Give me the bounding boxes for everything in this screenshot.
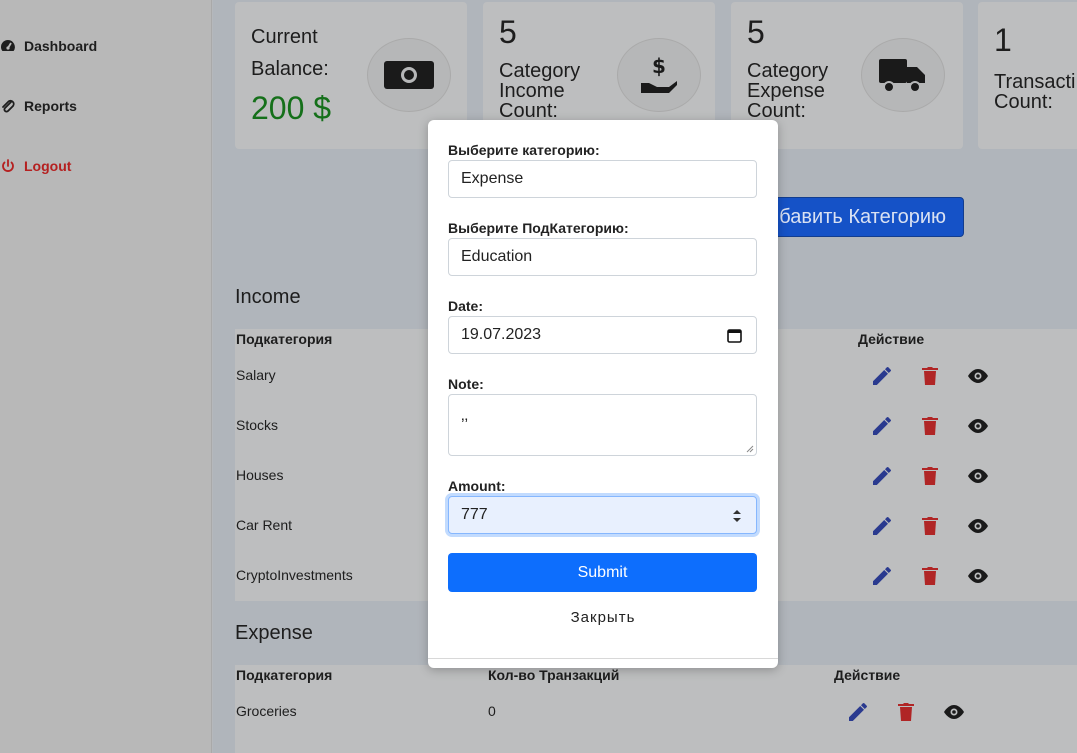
balance-label-1: Current: [251, 26, 318, 48]
modal-footer-divider: [428, 658, 778, 659]
trash-icon[interactable]: [918, 414, 942, 438]
number-spinner-icon[interactable]: [732, 507, 742, 525]
edit-icon[interactable]: [846, 700, 870, 724]
edit-icon[interactable]: [870, 514, 894, 538]
transaction-count-card: 1 Transacti Count:: [978, 2, 1077, 149]
date-value: 19.07.2023: [461, 326, 542, 343]
subcategory-select[interactable]: Education: [448, 238, 757, 276]
submit-label: Submit: [577, 563, 628, 581]
eye-icon[interactable]: [966, 514, 990, 538]
sidebar-item-label: Logout: [24, 158, 72, 174]
expense-title: Expense: [235, 622, 313, 644]
expense-count-label-3: Count:: [747, 100, 806, 122]
income-header-subcategory: Подкатегория: [236, 331, 333, 347]
trash-icon[interactable]: [918, 514, 942, 538]
gauge-icon: [1, 40, 15, 51]
trash-icon[interactable]: [894, 700, 918, 724]
amount-value: 777: [461, 506, 488, 523]
resize-handle-icon[interactable]: [746, 445, 754, 453]
edit-icon[interactable]: [870, 464, 894, 488]
sidebar-item-logout[interactable]: Logout: [0, 158, 71, 174]
subcategory-label: Выберите ПодКатегорию:: [448, 220, 629, 236]
close-button[interactable]: Закрыть: [428, 609, 778, 626]
income-row-name: Salary: [236, 367, 276, 383]
eye-icon[interactable]: [966, 414, 990, 438]
date-input[interactable]: 19.07.2023: [448, 316, 757, 354]
sidebar: Dashboard Reports Logout: [0, 0, 212, 753]
submit-button[interactable]: Submit: [448, 553, 757, 592]
trash-icon[interactable]: [918, 464, 942, 488]
svg-text:$: $: [652, 54, 666, 78]
subcategory-value: Education: [461, 248, 533, 265]
sidebar-item-label: Reports: [24, 98, 77, 114]
income-count-value: 5: [499, 14, 517, 50]
income-row-name: Car Rent: [236, 517, 293, 533]
edit-icon[interactable]: [870, 564, 894, 588]
sidebar-item-label: Dashboard: [24, 38, 98, 54]
category-value: Expense: [461, 170, 524, 187]
eye-icon[interactable]: [966, 364, 990, 388]
note-value: ‚‚: [461, 407, 469, 424]
income-row-name: Houses: [236, 467, 284, 483]
date-label: Date:: [448, 298, 484, 314]
income-row-name: Stocks: [236, 417, 279, 433]
calendar-icon[interactable]: [727, 328, 742, 343]
income-count-label-2: Income: [499, 80, 565, 102]
note-textarea[interactable]: ‚‚: [448, 394, 757, 456]
add-category-label: бавить Категорию: [779, 205, 946, 228]
trash-icon[interactable]: [918, 564, 942, 588]
amount-input[interactable]: 777: [448, 496, 757, 534]
income-header-action: Действие: [858, 331, 925, 347]
paperclip-icon: [2, 99, 15, 113]
money-bill-icon: [367, 38, 451, 112]
edit-icon[interactable]: [870, 364, 894, 388]
eye-icon[interactable]: [966, 564, 990, 588]
category-select[interactable]: Expense: [448, 160, 757, 198]
expense-count-value: 5: [747, 14, 765, 50]
balance-label-2: Balance:: [251, 58, 329, 80]
power-icon: [2, 159, 14, 172]
transaction-count-label-2: Count:: [994, 91, 1053, 113]
sidebar-item-dashboard[interactable]: Dashboard: [0, 38, 97, 54]
trash-icon[interactable]: [918, 364, 942, 388]
sidebar-item-reports[interactable]: Reports: [0, 98, 77, 114]
note-label: Note:: [448, 376, 484, 392]
income-row-name: CryptoInvestments: [236, 567, 353, 583]
expense-count-label-1: Category: [747, 60, 829, 82]
amount-label: Amount:: [448, 478, 506, 494]
add-transaction-modal: Выберите категорию: Expense Выберите Под…: [428, 120, 778, 668]
expense-row-name: Groceries: [236, 703, 297, 719]
edit-icon[interactable]: [870, 414, 894, 438]
hand-dollar-icon: $: [617, 38, 701, 112]
eye-icon[interactable]: [942, 700, 966, 724]
income-title: Income: [235, 286, 301, 308]
expense-count-label-2: Expense: [747, 80, 825, 102]
transaction-count-value: 1: [994, 22, 1012, 58]
category-label: Выберите категорию:: [448, 142, 600, 158]
expense-header-subcategory: Подкатегория: [236, 667, 333, 683]
truck-icon: [861, 38, 945, 112]
income-count-label-3: Count:: [499, 100, 558, 122]
balance-value: 200 $: [251, 90, 332, 126]
expense-row-count: 0: [488, 703, 496, 719]
expense-header-action: Действие: [834, 667, 901, 683]
expense-header-count: Кол-во Транзакций: [488, 667, 620, 683]
close-label: Закрыть: [570, 609, 636, 626]
income-count-label-1: Category: [499, 60, 581, 82]
transaction-count-label-1: Transacti: [994, 71, 1076, 93]
eye-icon[interactable]: [966, 464, 990, 488]
